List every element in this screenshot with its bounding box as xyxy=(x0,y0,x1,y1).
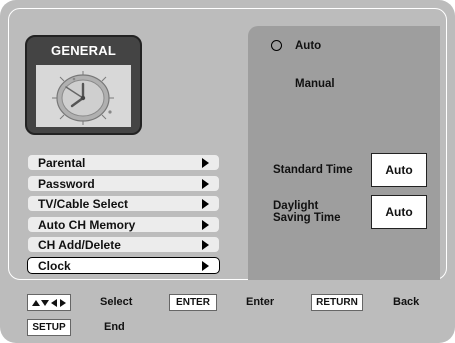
back-hint: Back xyxy=(393,296,420,308)
menu-item-password[interactable]: Password xyxy=(27,175,220,192)
standard-time-label: Standard Time xyxy=(273,164,353,176)
menu-item-label: TV/Cable Select xyxy=(38,197,129,211)
setup-screen: GENERAL Parental Password TV/Cable Selec… xyxy=(0,0,455,343)
triangle-right-icon xyxy=(202,220,209,230)
menu-item-label: Auto CH Memory xyxy=(38,218,136,232)
setup-key-badge: SETUP xyxy=(27,319,71,336)
daylight-saving-value[interactable]: Auto xyxy=(371,195,427,229)
auto-option-label[interactable]: Auto xyxy=(295,40,321,53)
auto-radio-button[interactable] xyxy=(271,40,282,51)
triangle-right-icon xyxy=(202,179,209,189)
select-hint: Select xyxy=(100,296,133,308)
end-hint: End xyxy=(104,321,125,333)
manual-option-label[interactable]: Manual xyxy=(295,78,335,91)
triangle-right-icon xyxy=(202,158,209,168)
enter-key-badge: ENTER xyxy=(169,294,217,311)
menu-item-auto-ch-memory[interactable]: Auto CH Memory xyxy=(27,216,220,233)
menu-item-clock[interactable]: Clock xyxy=(27,257,220,274)
menu-item-label: Parental xyxy=(38,156,86,170)
triangle-right-icon xyxy=(202,261,209,271)
triangle-right-icon xyxy=(202,240,209,250)
return-key-badge: RETURN xyxy=(311,294,363,311)
daylight-saving-label-line2: Saving Time xyxy=(273,212,341,224)
clock-icon xyxy=(36,65,131,127)
triangle-right-icon xyxy=(202,199,209,209)
menu-item-parental[interactable]: Parental xyxy=(27,154,220,171)
menu-item-label: CH Add/Delete xyxy=(38,238,121,252)
general-category-tile: GENERAL xyxy=(25,35,142,135)
arrow-keys-icon xyxy=(27,294,71,311)
menu-item-ch-add-delete[interactable]: CH Add/Delete xyxy=(27,236,220,253)
menu-item-label: Password xyxy=(38,177,95,191)
general-title: GENERAL xyxy=(51,43,116,58)
clock-settings-panel: Auto Manual Standard Time Auto Daylight … xyxy=(248,26,440,280)
standard-time-value[interactable]: Auto xyxy=(371,153,427,187)
enter-hint: Enter xyxy=(246,296,275,308)
menu-item-tv-cable-select[interactable]: TV/Cable Select xyxy=(27,195,220,212)
menu-item-label: Clock xyxy=(38,259,71,273)
